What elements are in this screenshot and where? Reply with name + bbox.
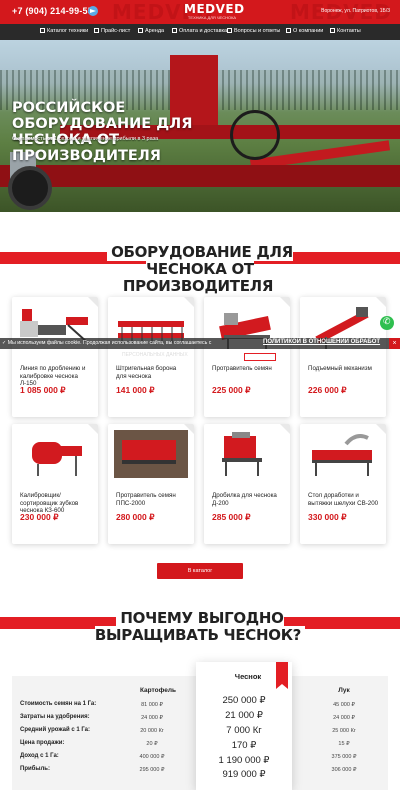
cell-potato: 400 000 ₽ bbox=[139, 754, 165, 760]
product-name: Протравитель семян bbox=[212, 365, 272, 372]
product-image-table bbox=[312, 434, 372, 476]
nav-price-list[interactable]: Прайс-лист bbox=[94, 28, 130, 34]
nav-rent[interactable]: Аренда bbox=[138, 28, 164, 34]
cookie-ghost-text: ПЕРСОНАЛЬНЫХ ДАННЫХ bbox=[122, 352, 188, 358]
nav-label: Каталог техники bbox=[47, 28, 89, 34]
nav-label: Вопросы и ответы bbox=[234, 28, 281, 34]
logo-subtitle: ТЕХНИКА ДЛЯ ЧЕСНОКА bbox=[187, 15, 237, 20]
row-label: Затраты на удобрения: bbox=[20, 714, 90, 720]
product-card[interactable]: Стол доработки и вытяжки шелухи СВ-200 3… bbox=[300, 424, 386, 544]
info-icon bbox=[286, 28, 291, 33]
hero-title: Российское оборудование для чеснока от п… bbox=[12, 100, 193, 164]
nav-payment-delivery[interactable]: Оплата и доставка bbox=[172, 28, 227, 34]
cookie-message: Мы используем файлы cookie. Продолжая ис… bbox=[7, 340, 212, 346]
cell-potato: 295 000 ₽ bbox=[139, 767, 165, 773]
product-price: 226 000 ₽ bbox=[308, 385, 347, 395]
cell-garlic: 21 000 ₽ bbox=[225, 710, 263, 721]
product-price: 330 000 ₽ bbox=[308, 512, 347, 522]
products-title: Оборудование для чеснока от производител… bbox=[0, 243, 400, 295]
logo-text: MEDVED bbox=[184, 2, 245, 16]
catalog-button[interactable]: В каталог bbox=[157, 563, 243, 579]
cell-garlic: 170 ₽ bbox=[231, 740, 257, 751]
cell-potato: 81 000 ₽ bbox=[141, 702, 163, 708]
row-label: Стоимость семян на 1 Га: bbox=[20, 701, 97, 707]
site-logo[interactable]: MEDVED ТЕХНИКА ДЛЯ ЧЕСНОКА bbox=[184, 2, 245, 21]
nav-catalog[interactable]: Каталог техники bbox=[40, 28, 88, 34]
question-icon bbox=[227, 28, 232, 33]
hero-banner: Российское оборудование для чеснока от п… bbox=[0, 40, 400, 212]
product-card[interactable]: Протравитель семян ППС-2000 280 000 ₽ bbox=[108, 424, 194, 544]
machine-conveyor bbox=[0, 165, 400, 187]
product-card[interactable]: Калибровщик/ сортировщик зубков чеснока … bbox=[12, 424, 98, 544]
product-price: 285 000 ₽ bbox=[212, 512, 251, 522]
cell-garlic: 250 000 ₽ bbox=[222, 695, 266, 706]
product-price: 280 000 ₽ bbox=[116, 512, 155, 522]
cookie-text: ✓ Мы используем файлы cookie. Продолжая … bbox=[2, 340, 211, 346]
address-text: Воронеж, ул. Патриотов, 1Б/3 bbox=[321, 8, 390, 14]
cell-onion: 15 ₽ bbox=[338, 741, 350, 747]
cell-onion: 375 000 ₽ bbox=[331, 754, 357, 760]
nav-label: Прайс-лист bbox=[101, 28, 131, 34]
cell-garlic: 1 190 000 ₽ bbox=[218, 755, 270, 766]
privacy-policy-link[interactable]: ПОЛИТИКОЙ В ОТНОШЕНИИ ОБРАБОТ bbox=[263, 339, 380, 345]
telegram-icon[interactable] bbox=[88, 6, 98, 16]
nav-label: Аренда bbox=[145, 28, 165, 34]
cookie-accept-button[interactable] bbox=[244, 353, 276, 361]
product-card[interactable]: Дробилка для чеснока Д-200 285 000 ₽ bbox=[204, 424, 290, 544]
product-card[interactable]: Линия по дроблению и калибровке чеснока … bbox=[12, 297, 98, 417]
hero-subtitle: Окупаемость от 1 сезона и увеличение при… bbox=[12, 136, 159, 142]
cell-garlic: 919 000 ₽ bbox=[222, 769, 266, 780]
top-bar: MEDVED MEDVED +7 (904) 214-99-55 MEDVED … bbox=[0, 0, 400, 24]
cell-potato: 24 000 ₽ bbox=[141, 715, 163, 721]
close-icon[interactable]: × bbox=[389, 338, 400, 349]
product-name: Штригельная борона для чеснока bbox=[116, 365, 177, 380]
nav-label: О компании bbox=[293, 28, 324, 34]
product-price: 1 085 000 ₽ bbox=[20, 385, 66, 395]
key-icon bbox=[138, 28, 143, 33]
product-image-treater-pps bbox=[114, 430, 188, 478]
product-image-crusher bbox=[222, 432, 262, 476]
grid-icon bbox=[40, 28, 45, 33]
cell-garlic: 7 000 Кг bbox=[226, 725, 262, 736]
cell-onion: 24 000 ₽ bbox=[333, 715, 355, 721]
row-label: Доход с 1 Га: bbox=[20, 753, 59, 759]
row-label: Цена продажи: bbox=[20, 740, 65, 746]
nav-about[interactable]: О компании bbox=[286, 28, 323, 34]
product-name: Стол доработки и вытяжки шелухи СВ-200 bbox=[308, 492, 379, 507]
truck-icon bbox=[172, 28, 177, 33]
phone-icon bbox=[330, 28, 335, 33]
product-name: Дробилка для чеснока Д-200 bbox=[212, 492, 277, 507]
row-label: Средний урожай с 1 Га: bbox=[20, 727, 91, 733]
product-price: 225 000 ₽ bbox=[212, 385, 251, 395]
nav-label: Оплата и доставка bbox=[179, 28, 228, 34]
cell-potato: 20 ₽ bbox=[146, 741, 158, 747]
cell-potato: 20 000 Кг bbox=[140, 728, 164, 734]
machine-wheel bbox=[8, 166, 52, 210]
cell-onion: 306 000 ₽ bbox=[331, 767, 357, 773]
main-nav: Каталог техники Прайс-лист Аренда Оплата… bbox=[0, 24, 400, 40]
product-price: 141 000 ₽ bbox=[116, 385, 155, 395]
nav-contacts[interactable]: Контакты bbox=[330, 28, 361, 34]
compare-title: Почему выгодно выращивать чеснок? bbox=[0, 609, 400, 644]
product-name: Подъемный механизм bbox=[308, 365, 372, 372]
product-image-calibrator bbox=[32, 442, 82, 476]
row-label: Прибыль: bbox=[20, 766, 50, 772]
column-onion: Лук bbox=[338, 687, 350, 694]
phone-link[interactable]: +7 (904) 214-99-55 bbox=[12, 6, 93, 16]
whatsapp-icon[interactable] bbox=[380, 316, 394, 330]
nav-label: Контакты bbox=[337, 28, 361, 34]
nav-faq[interactable]: Вопросы и ответы bbox=[227, 28, 280, 34]
document-icon bbox=[94, 28, 99, 33]
cell-onion: 25 000 Кг bbox=[332, 728, 356, 734]
column-garlic: Чеснок bbox=[234, 672, 262, 681]
product-price: 230 000 ₽ bbox=[20, 512, 59, 522]
product-name: Протравитель семян ППС-2000 bbox=[116, 492, 176, 507]
product-card[interactable]: Подъемный механизм 226 000 ₽ bbox=[300, 297, 386, 417]
column-potato: Картофель bbox=[140, 687, 176, 694]
cookie-banner: ✓ Мы используем файлы cookie. Продолжая … bbox=[0, 338, 400, 349]
cell-onion: 45 000 ₽ bbox=[333, 702, 355, 708]
